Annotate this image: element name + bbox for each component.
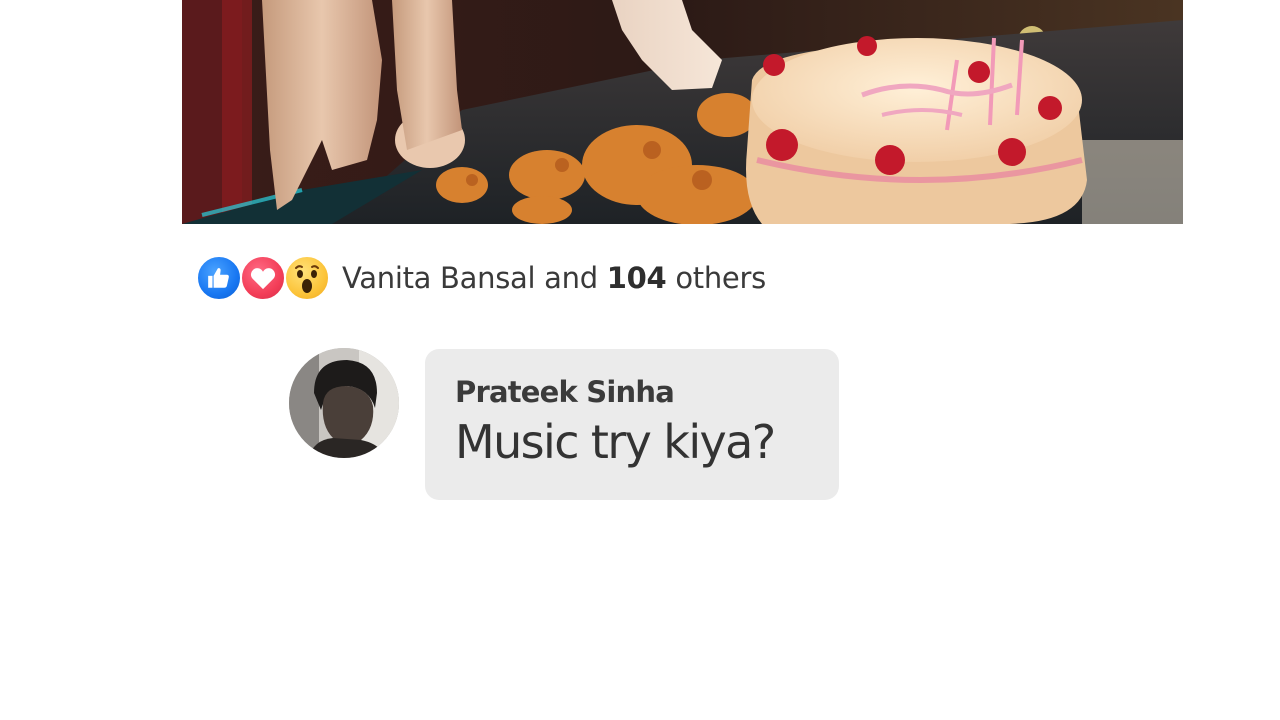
post-card: Vanita Bansal and 104 others Prateek Sin…: [0, 0, 1280, 720]
reactor-count[interactable]: 104: [607, 261, 667, 295]
commenter-avatar[interactable]: [289, 348, 399, 458]
reactions-summary[interactable]: Vanita Bansal and 104 others: [196, 254, 766, 302]
love-icon: [240, 255, 286, 301]
comment-author[interactable]: Prateek Sinha: [455, 375, 839, 409]
post-photo[interactable]: [182, 0, 1183, 224]
reactor-others-label: others: [675, 261, 766, 295]
reactor-and-label: and: [544, 261, 598, 295]
dog-cake-photo-icon: [182, 0, 1183, 224]
comment-bubble[interactable]: Prateek Sinha Music try kiya?: [425, 349, 839, 500]
like-icon: [196, 255, 242, 301]
comment-text: Music try kiya?: [455, 415, 776, 469]
reactors-summary-text[interactable]: Vanita Bansal and 104 others: [342, 261, 766, 295]
avatar-photo-icon: [289, 348, 399, 458]
reactor-name[interactable]: Vanita Bansal: [342, 261, 536, 295]
wow-icon: [284, 255, 330, 301]
